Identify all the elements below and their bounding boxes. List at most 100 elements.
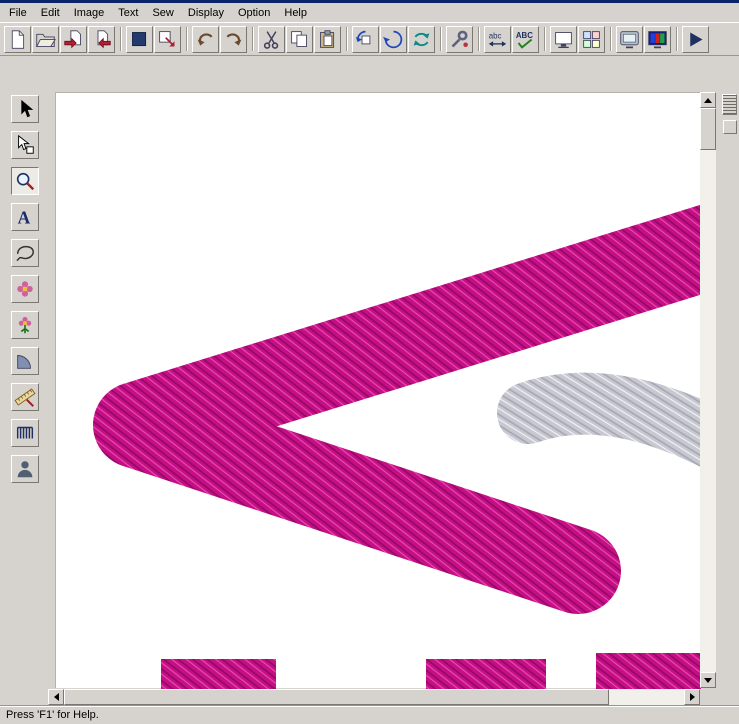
open-button[interactable] xyxy=(32,26,59,53)
zoom-tool-button[interactable] xyxy=(11,167,39,195)
menu-file[interactable]: File xyxy=(2,5,34,21)
measure-tool-button[interactable] xyxy=(11,383,39,411)
flower-stem-icon xyxy=(14,314,36,336)
monitor-icon xyxy=(553,29,574,50)
status-text: Press 'F1' for Help. xyxy=(6,709,99,721)
toolbar-separator xyxy=(186,27,188,51)
cut-button[interactable] xyxy=(258,26,285,53)
paste-icon xyxy=(317,29,338,50)
flower-icon xyxy=(14,278,36,300)
page-arrow-out-icon xyxy=(91,29,112,50)
toolbar-separator xyxy=(252,27,254,51)
horizontal-scroll-thumb[interactable] xyxy=(64,689,609,705)
letter-spacing-button[interactable] xyxy=(484,26,511,53)
vertical-scroll-thumb[interactable] xyxy=(700,108,716,150)
person-icon xyxy=(14,458,36,480)
stitch-block-button[interactable] xyxy=(126,26,153,53)
run-simulation-button[interactable] xyxy=(682,26,709,53)
lasso-icon xyxy=(14,242,36,264)
rotate-arrow-icon xyxy=(383,29,404,50)
menu-display[interactable]: Display xyxy=(181,5,231,21)
comb-icon xyxy=(14,422,36,444)
monitor-view-button[interactable] xyxy=(550,26,577,53)
dark-square-icon xyxy=(129,29,150,50)
toolbar-separator xyxy=(440,27,442,51)
ruler-pencil-icon xyxy=(14,386,36,408)
select-tool-button[interactable] xyxy=(11,95,39,123)
vertical-scrollbar[interactable] xyxy=(700,92,716,688)
toolbar-separator xyxy=(610,27,612,51)
tool-palette xyxy=(11,95,39,491)
rotate-button[interactable] xyxy=(380,26,407,53)
sfumato-tool-button[interactable] xyxy=(11,311,39,339)
menu-help[interactable]: Help xyxy=(277,5,314,21)
copy-button[interactable] xyxy=(286,26,313,53)
docked-panel-button[interactable] xyxy=(723,120,737,134)
menu-option[interactable]: Option xyxy=(231,5,277,21)
scroll-up-button[interactable] xyxy=(700,92,716,108)
toolbar-separator xyxy=(478,27,480,51)
undo-button[interactable] xyxy=(192,26,219,53)
magenta-bar-1[interactable] xyxy=(161,659,276,689)
embroidery-design xyxy=(56,93,701,689)
scroll-right-button[interactable] xyxy=(684,689,700,705)
frames-icon xyxy=(581,29,602,50)
edit-nodes-tool-button[interactable] xyxy=(11,131,39,159)
stitch-density-tool-button[interactable] xyxy=(11,419,39,447)
regenerate-button[interactable] xyxy=(408,26,435,53)
menu-sew[interactable]: Sew xyxy=(145,5,180,21)
copy-icon xyxy=(289,29,310,50)
fill-tool-button[interactable] xyxy=(11,275,39,303)
design-canvas[interactable] xyxy=(55,92,700,688)
folder-icon xyxy=(35,29,56,50)
transform-button[interactable] xyxy=(352,26,379,53)
toolbar-separator xyxy=(544,27,546,51)
menu-image[interactable]: Image xyxy=(67,5,112,21)
edit-arrow-icon xyxy=(14,134,36,156)
spell-check-button[interactable] xyxy=(512,26,539,53)
up-arrow-icon xyxy=(704,98,712,103)
undo-icon xyxy=(195,29,216,50)
magenta-bar-3[interactable] xyxy=(596,653,701,689)
scissors-icon xyxy=(261,29,282,50)
cursor-arrow-icon xyxy=(14,98,36,120)
figure-tool-button[interactable] xyxy=(11,455,39,483)
export-button[interactable] xyxy=(88,26,115,53)
magenta-bar-2[interactable] xyxy=(426,659,546,689)
toolbar xyxy=(0,22,739,56)
menu-bar: File Edit Image Text Sew Display Option … xyxy=(0,3,739,22)
toolbar-separator xyxy=(120,27,122,51)
quarter-block-tool-button[interactable] xyxy=(11,347,39,375)
horizontal-scrollbar[interactable] xyxy=(48,689,700,705)
rotate-page-icon xyxy=(355,29,376,50)
redo-button[interactable] xyxy=(220,26,247,53)
abc-arrows-icon xyxy=(487,29,508,50)
paste-button[interactable] xyxy=(314,26,341,53)
docked-panel-grip[interactable] xyxy=(722,94,737,115)
import-button[interactable] xyxy=(60,26,87,53)
wrench-icon xyxy=(449,29,470,50)
screen-preview-button[interactable] xyxy=(616,26,643,53)
move-block-button[interactable] xyxy=(154,26,181,53)
color-screen-icon xyxy=(647,29,668,50)
refresh-icon xyxy=(411,29,432,50)
letter-a-icon xyxy=(14,206,36,228)
settings-button[interactable] xyxy=(446,26,473,53)
menu-edit[interactable]: Edit xyxy=(34,5,67,21)
scroll-left-button[interactable] xyxy=(48,689,64,705)
catalog-button[interactable] xyxy=(578,26,605,53)
menu-text[interactable]: Text xyxy=(111,5,145,21)
freehand-select-tool-button[interactable] xyxy=(11,239,39,267)
status-bar: Press 'F1' for Help. xyxy=(0,706,739,724)
scroll-down-button[interactable] xyxy=(700,672,716,688)
quarter-shape-icon xyxy=(14,350,36,372)
toolbar-separator xyxy=(346,27,348,51)
text-tool-button[interactable] xyxy=(11,203,39,231)
down-arrow-icon xyxy=(704,678,712,683)
new-button[interactable] xyxy=(4,26,31,53)
color-preview-button[interactable] xyxy=(644,26,671,53)
gray-band[interactable] xyxy=(528,404,701,441)
abc-check-icon xyxy=(515,29,536,50)
screen-icon xyxy=(619,29,640,50)
magnifier-icon xyxy=(14,170,36,192)
